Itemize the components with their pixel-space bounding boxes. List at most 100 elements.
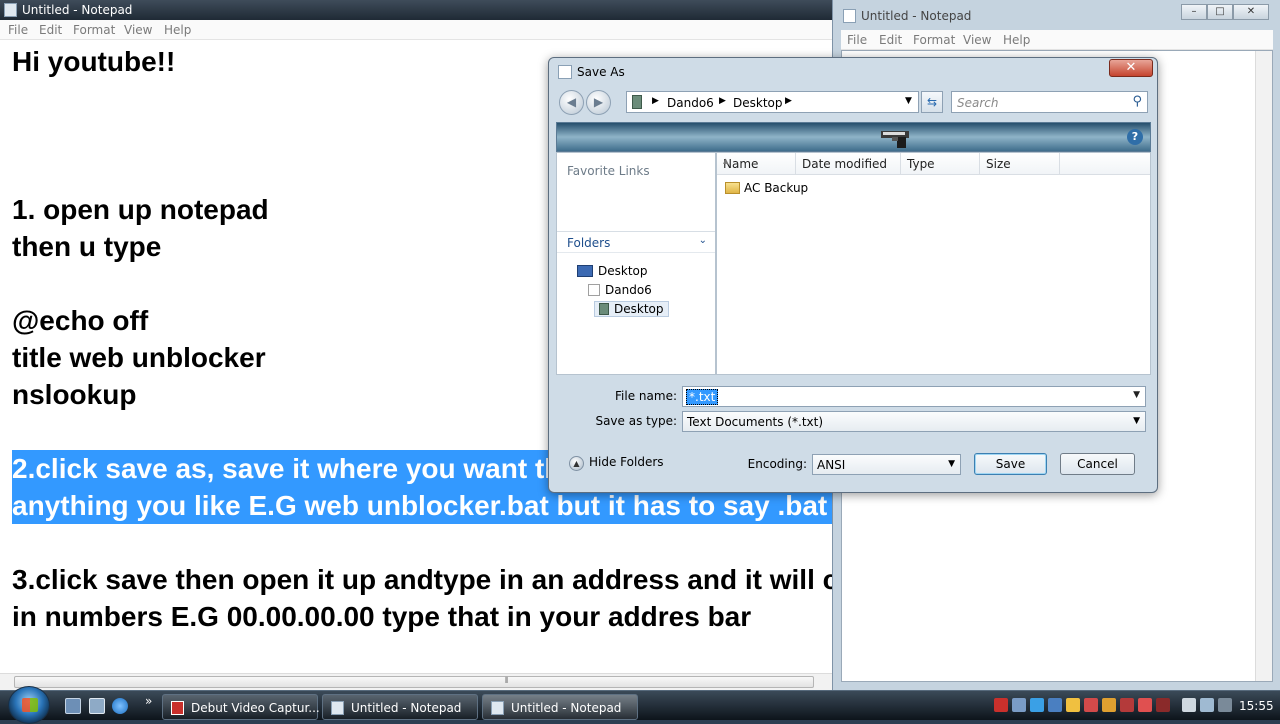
taskbar-button-notepad-2[interactable]: Untitled - Notepad [482,694,638,720]
column-name[interactable]: Name ▲ [717,153,796,175]
notepad-icon [331,701,344,715]
save-type-value: Text Documents (*.txt) [687,415,824,429]
address-bar[interactable]: ▶ Dando6 ▶ Desktop ▶ ▼ [626,91,919,113]
horizontal-scrollbar[interactable]: ⦀ [0,673,832,690]
tool-icon[interactable] [1012,698,1026,712]
favorite-links-label: Favorite Links [567,164,650,178]
menu-help[interactable]: Help [1003,33,1030,47]
back-button[interactable]: ◀ [559,90,584,115]
show-desktop-icon[interactable] [65,698,81,714]
save-button[interactable]: Save [974,453,1047,475]
breadcrumb-dando6[interactable]: Dando6 [667,96,714,110]
tree-item-dando6[interactable]: Dando6 [588,283,652,297]
hide-folders-button[interactable]: Hide Folders [589,455,664,469]
forward-button[interactable]: ▶ [586,90,611,115]
folders-header[interactable]: Folders ⌄ [557,231,715,253]
file-name-input[interactable]: *.txt ▼ [682,386,1146,407]
alert-icon[interactable] [1102,698,1116,712]
quicklaunch-overflow-icon[interactable]: » [145,694,152,708]
menu-format[interactable]: Format [913,33,955,47]
antivirus-icon[interactable] [1084,698,1098,712]
command-bar: ? [556,122,1151,152]
menu-format[interactable]: Format [73,23,115,37]
text-line-selected: anything you like E.G web unblocker.bat … [12,490,828,521]
menu-view[interactable]: View [124,23,152,37]
save-type-select[interactable]: Text Documents (*.txt) ▼ [682,411,1146,432]
user-folder-icon [588,284,600,296]
network-status-icon[interactable] [1182,698,1196,712]
chevron-down-icon[interactable]: ▼ [905,96,912,106]
notepad-icon [491,701,504,715]
tree-item-label: Dando6 [605,283,652,297]
dialog-icon [558,65,572,79]
scroll-grip-icon: ⦀ [505,676,509,685]
taskbar-button-debut[interactable]: Debut Video Captur... [162,694,320,720]
desktop-icon [599,303,609,315]
chevron-down-icon: ▼ [1133,416,1140,426]
desktop-icon [577,265,593,277]
taskbar-button-label: Untitled - Notepad [511,701,622,715]
title-bar: Untitled - Notepad – □ ✕ [833,0,1280,30]
column-type[interactable]: Type [901,153,980,175]
tree-item-desktop[interactable]: Desktop [577,264,648,278]
tree-item-desktop-selected[interactable]: Desktop [594,301,669,317]
monitor-icon[interactable] [1200,698,1214,712]
search-input[interactable]: Search ⚲ [951,91,1148,113]
maximize-button[interactable]: □ [1207,4,1233,20]
file-name: AC Backup [744,181,809,195]
cursor-icon [881,131,909,148]
volume-icon[interactable] [1218,698,1232,712]
chevron-down-icon[interactable]: ▼ [1133,390,1140,400]
close-button[interactable]: ✕ [1233,4,1269,20]
close-button[interactable]: ✕ [1109,59,1153,77]
bluetooth-icon[interactable] [1048,698,1062,712]
app-icon[interactable] [1120,698,1134,712]
clock[interactable]: 15:55 [1239,699,1274,713]
switch-windows-icon[interactable] [89,698,105,714]
column-label: Date modified [802,157,888,171]
column-date-modified[interactable]: Date modified [796,153,901,175]
column-size[interactable]: Size [980,153,1060,175]
menu-edit[interactable]: Edit [39,23,62,37]
sort-ascending-icon: ▲ [723,157,729,165]
stop-icon[interactable] [1138,698,1152,712]
record-icon[interactable] [994,698,1008,712]
notepad-icon [843,9,856,23]
search-placeholder: Search [957,96,999,110]
breadcrumb-desktop[interactable]: Desktop [733,96,783,110]
menu-view[interactable]: View [963,33,991,47]
help-icon[interactable]: ? [1127,129,1143,145]
dialog-title: Save As [577,65,625,79]
internet-explorer-icon[interactable] [112,698,128,714]
menu-file[interactable]: File [847,33,867,47]
vertical-scrollbar[interactable] [1255,51,1272,681]
menu-file[interactable]: File [8,23,28,37]
encoding-label: Encoding: [747,457,807,471]
column-label: Size [986,157,1011,171]
windows-logo-icon [22,698,38,712]
minimize-button[interactable]: – [1181,4,1207,20]
text-line: 3.click save then open it up andtype in … [12,564,832,595]
folder-icon [725,182,740,194]
chevron-up-icon[interactable]: ▲ [569,456,584,471]
taskbar-button-label: Debut Video Captur... [191,701,320,715]
text-line: title web unblocker [12,342,266,373]
scroll-thumb[interactable] [14,676,814,688]
system-tray [990,691,1280,721]
taskbar: » Debut Video Captur... Untitled - Notep… [0,686,1280,724]
refresh-button[interactable]: ⇆ [921,91,943,113]
encoding-select[interactable]: ANSI ▼ [812,454,961,475]
chevron-down-icon: ⌄ [698,235,707,246]
list-item[interactable]: AC Backup [725,181,808,195]
menu-edit[interactable]: Edit [879,33,902,47]
cancel-button[interactable]: Cancel [1060,453,1135,475]
security-icon[interactable] [1066,698,1080,712]
start-button[interactable] [8,686,50,724]
network-icon[interactable] [1030,698,1044,712]
debut-app-icon [171,701,184,715]
menu-help[interactable]: Help [164,23,191,37]
app-icon[interactable] [1156,698,1170,712]
taskbar-button-notepad-1[interactable]: Untitled - Notepad [322,694,478,720]
text-line: in numbers E.G 00.00.00.00 type that in … [12,601,752,632]
save-as-dialog: Save As ✕ ◀ ▶ ▶ Dando6 ▶ Desktop ▶ ▼ ⇆ S… [548,57,1158,493]
